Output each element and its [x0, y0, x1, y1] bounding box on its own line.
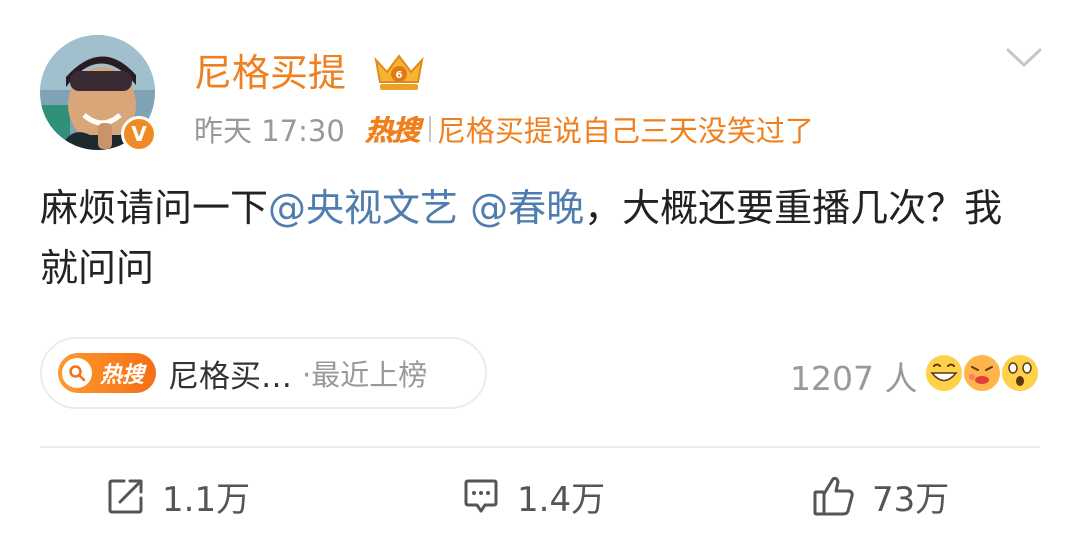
divider — [40, 446, 1040, 448]
reaction-emojis[interactable] — [922, 350, 1042, 396]
kiss-emoji-icon — [962, 353, 1002, 393]
hot-search-badge-label: 热搜 — [100, 363, 145, 388]
grin-emoji-icon — [924, 353, 964, 393]
post-meta: 昨天 17:30 热搜 尼格买提说自己三天没笑过了 — [194, 108, 814, 150]
shock-emoji-icon — [1000, 353, 1040, 393]
repost-count: 1.1万 — [162, 479, 251, 520]
post-time: 昨天 17:30 — [194, 114, 345, 148]
reaction-count[interactable]: 1207 人 — [790, 352, 917, 400]
post-content: 麻烦请问一下@央视文艺 @春晚，大概还要重播几次？我就问问 — [40, 178, 1040, 298]
username[interactable]: 尼格买提 — [194, 48, 346, 98]
mention-link[interactable]: @春晚 — [470, 186, 584, 230]
chevron-down-icon[interactable] — [1004, 46, 1044, 70]
hot-search-pill-topic: 尼格买… — [168, 358, 293, 395]
hot-search-topic-link[interactable]: 尼格买提说自己三天没笑过了 — [437, 108, 814, 150]
hot-search-tag[interactable]: 热搜 — [365, 109, 420, 149]
repost-icon — [108, 479, 143, 514]
mention-link[interactable]: @央视文艺 — [268, 186, 458, 230]
comment-icon — [464, 479, 498, 513]
svg-text:6: 6 — [396, 70, 403, 81]
hot-search-pill[interactable]: 热搜 尼格买… ·最近上榜 — [40, 337, 487, 409]
divider — [428, 116, 431, 142]
like-count: 73万 — [872, 479, 950, 520]
verified-badge: V — [121, 116, 157, 152]
comment-count: 1.4万 — [517, 479, 606, 520]
search-icon — [62, 358, 92, 388]
hot-search-pill-suffix: ·最近上榜 — [302, 358, 428, 392]
repost-button[interactable]: 1.1万 — [106, 470, 250, 522]
like-button[interactable]: 73万 — [812, 470, 949, 522]
crown-badge-icon[interactable]: 6 — [372, 52, 426, 96]
thumbs-up-icon — [813, 476, 854, 516]
post-text: 麻烦请问一下 — [40, 186, 269, 230]
comment-button[interactable]: 1.4万 — [461, 470, 605, 522]
hot-search-badge: 热搜 — [58, 353, 157, 393]
